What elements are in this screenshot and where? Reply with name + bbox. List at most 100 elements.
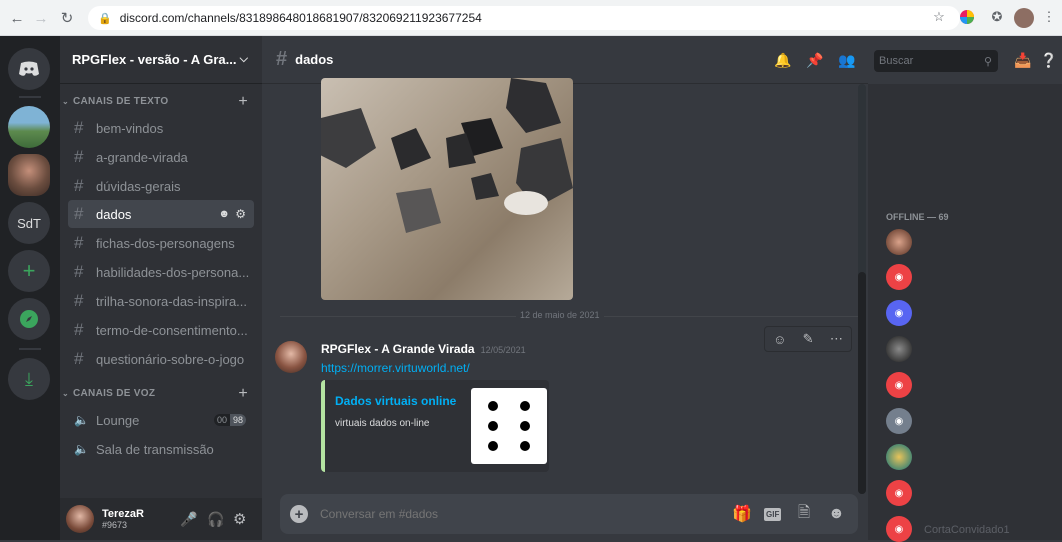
add-server-icon[interactable]: + xyxy=(8,250,50,292)
forward-icon[interactable]: → xyxy=(30,7,52,29)
embed-description: virtuais dados on-line xyxy=(335,418,430,429)
menu-icon[interactable]: ⋮ xyxy=(1040,8,1058,26)
hash-icon: # xyxy=(74,118,84,137)
member-avatar-discord-red[interactable]: ◉ xyxy=(886,264,912,290)
channel-duvidas-gerais[interactable]: # dúvidas-gerais xyxy=(68,172,254,200)
user-tag: #9673 xyxy=(102,520,128,530)
bell-icon[interactable]: 🔔 xyxy=(774,52,791,69)
guild-header[interactable]: RPGFlex - versão - A Gra... ⌵ xyxy=(60,36,262,84)
dice-image[interactable] xyxy=(321,78,573,300)
member-avatar[interactable] xyxy=(886,444,912,470)
offline-header: OFFLINE — 69 xyxy=(886,212,949,222)
home-discord-icon[interactable] xyxy=(8,48,50,90)
message-input[interactable] xyxy=(320,507,700,521)
lock-icon: 🔒 xyxy=(98,12,112,25)
chat-scroll-thumb[interactable] xyxy=(858,272,866,494)
server-sdt[interactable]: SdT xyxy=(8,202,50,244)
user-info[interactable]: TerezaR #9673 xyxy=(102,508,144,530)
gift-icon[interactable]: 🎁 xyxy=(732,504,752,524)
emoji-icon[interactable]: ☻ xyxy=(828,505,845,523)
extension-color-icon[interactable] xyxy=(958,8,976,26)
hash-icon: # xyxy=(74,176,84,195)
channel-questionario[interactable]: # questionário-sobre-o-jogo xyxy=(68,345,254,373)
channel-habilidades[interactable]: # habilidades-dos-persona... xyxy=(68,258,254,286)
member-avatar-discord-blurple[interactable]: ◉ xyxy=(886,300,912,326)
chevron-down-icon: ⌄ xyxy=(62,97,70,106)
member-avatar[interactable] xyxy=(886,336,912,362)
edit-icon[interactable]: ✎ xyxy=(803,331,814,347)
add-reaction-icon[interactable]: ☺ xyxy=(773,332,786,347)
hash-icon: # xyxy=(74,320,84,339)
voice-user-count: 00 98 xyxy=(213,414,246,426)
help-icon[interactable]: ❔ xyxy=(1040,52,1057,69)
rail-separator xyxy=(19,348,41,350)
category-voice-channels[interactable]: ⌄ CANAIS DE VOZ + xyxy=(62,385,258,402)
member-name[interactable]: CortaConvidado1 xyxy=(924,524,1010,536)
gif-icon[interactable]: GIF xyxy=(764,507,782,521)
member-avatar[interactable] xyxy=(886,229,912,255)
url-text: discord.com/channels/831898648018681907/… xyxy=(119,11,482,25)
search-input[interactable]: Buscar ⚲ xyxy=(874,50,998,72)
channel-fichas-dos-personagens[interactable]: # fichas-dos-personagens xyxy=(68,229,254,257)
speaker-icon: 🔈 xyxy=(74,413,89,427)
sticker-icon[interactable]: 🗎 xyxy=(798,502,810,527)
channel-termo-de-consentimento[interactable]: # termo-de-consentimento... xyxy=(68,316,254,344)
search-icon: ⚲ xyxy=(983,55,992,68)
explore-compass-icon[interactable] xyxy=(8,298,50,340)
date-divider: 12 de maio de 2021 xyxy=(280,310,858,320)
embed-title[interactable]: Dados virtuais online xyxy=(335,394,456,408)
reload-icon[interactable]: ↻ xyxy=(56,7,78,29)
message-actions: ☺ ✎ ⋯ xyxy=(764,326,852,352)
channel-sidebar: RPGFlex - versão - A Gra... ⌵ ⌄ CANAIS D… xyxy=(60,36,262,540)
dice-illustration xyxy=(321,78,573,233)
server-rpgflex-icon[interactable] xyxy=(8,154,50,196)
hash-icon: # xyxy=(74,291,84,310)
mute-mic-icon[interactable]: 🎤 xyxy=(180,511,197,528)
dice-six-icon xyxy=(488,401,530,451)
hash-icon: # xyxy=(74,349,84,368)
hash-icon: # xyxy=(74,262,84,281)
voice-channel-sala-de-transmissao[interactable]: 🔈 Sala de transmissão xyxy=(68,435,254,463)
channel-bem-vindos[interactable]: # bem-vindos xyxy=(68,114,254,142)
hash-icon: # xyxy=(74,147,84,166)
dice-thumbnail[interactable] xyxy=(471,388,547,464)
pin-icon[interactable]: 📌 xyxy=(806,52,823,69)
hash-icon: # xyxy=(74,204,84,223)
invite-icon[interactable]: ☻ xyxy=(218,208,230,220)
gear-icon[interactable]: ⚙ xyxy=(235,207,246,221)
add-channel-icon[interactable]: + xyxy=(238,385,248,403)
inbox-icon[interactable]: 📥 xyxy=(1014,52,1031,69)
download-icon[interactable]: ⤓ xyxy=(8,358,50,400)
member-avatar-discord-red[interactable]: ◉ xyxy=(886,516,912,542)
member-avatar-discord-grey[interactable]: ◉ xyxy=(886,408,912,434)
puzzle-icon[interactable]: ✪ xyxy=(988,8,1006,26)
upload-plus-icon[interactable]: + xyxy=(290,505,308,523)
gear-icon[interactable]: ⚙ xyxy=(233,510,246,528)
speaker-icon: 🔈 xyxy=(74,442,89,456)
add-channel-icon[interactable]: + xyxy=(238,93,248,111)
hash-icon: # xyxy=(276,48,288,70)
profile-avatar[interactable] xyxy=(1014,8,1034,28)
server-landscape-icon[interactable] xyxy=(8,106,50,148)
member-avatar-discord-red[interactable]: ◉ xyxy=(886,372,912,398)
address-bar[interactable]: 🔒 discord.com/channels/83189864801868190… xyxy=(88,6,960,30)
voice-channel-lounge[interactable]: 🔈 Lounge 00 98 xyxy=(68,406,254,434)
channel-title: dados xyxy=(295,52,334,67)
message-link[interactable]: https://morrer.virtuworld.net/ xyxy=(321,361,470,375)
member-avatar-discord-red[interactable]: ◉ xyxy=(886,480,912,506)
channel-trilha-sonora[interactable]: # trilha-sonora-das-inspira... xyxy=(68,287,254,315)
more-icon[interactable]: ⋯ xyxy=(830,331,843,347)
message-author[interactable]: RPGFlex - A Grande Virada xyxy=(321,342,475,356)
star-icon[interactable]: ☆ xyxy=(930,8,948,26)
hash-icon: # xyxy=(74,233,84,252)
channel-dados[interactable]: # dados ☻ ⚙ xyxy=(68,200,254,228)
headphones-icon[interactable]: 🎧 xyxy=(207,511,224,528)
avatar[interactable] xyxy=(66,505,94,533)
chevron-down-icon: ⌵ xyxy=(239,53,248,65)
members-icon[interactable]: 👥 xyxy=(838,52,855,69)
back-icon[interactable]: ← xyxy=(6,7,28,29)
user-panel: TerezaR #9673 🎤 🎧 ⚙ xyxy=(60,498,262,540)
category-text-channels[interactable]: ⌄ CANAIS DE TEXTO + xyxy=(62,93,258,110)
message-avatar[interactable] xyxy=(275,341,307,373)
channel-a-grande-virada[interactable]: # a-grande-virada xyxy=(68,143,254,171)
